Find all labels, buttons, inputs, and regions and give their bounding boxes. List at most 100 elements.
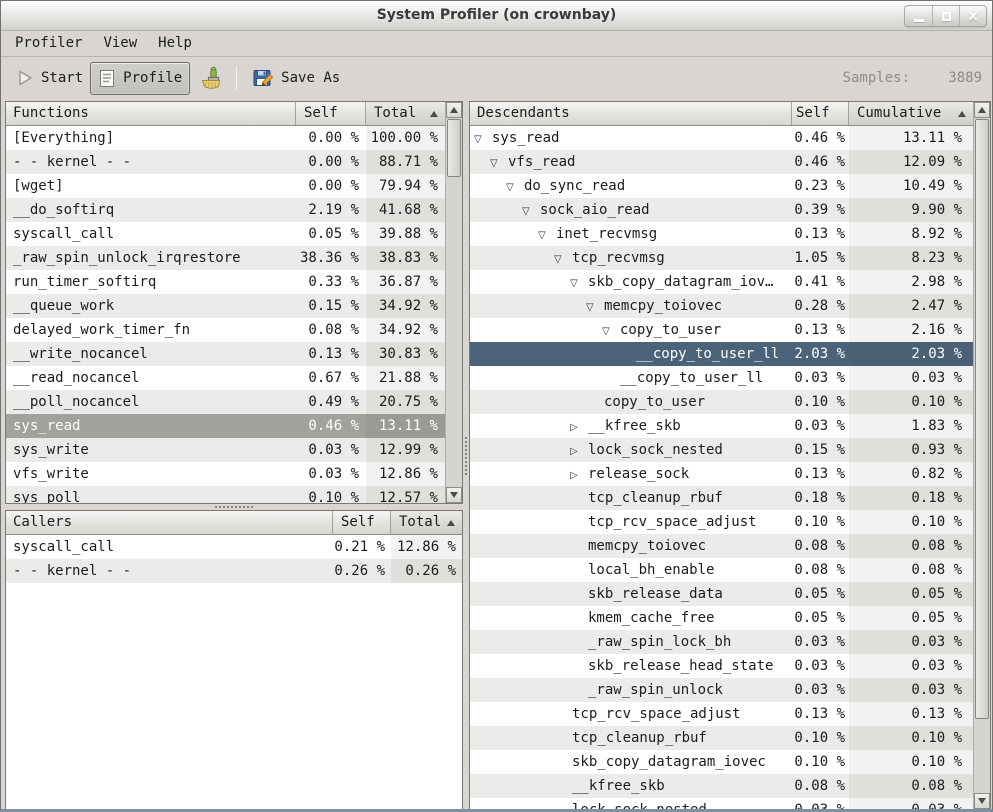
total-value-cell: 30.83 %: [366, 342, 445, 366]
scroll-up-button[interactable]: [974, 102, 990, 118]
tree-row[interactable]: __kfree_skb0.08 %0.08 %: [470, 774, 973, 798]
expander-open-icon[interactable]: ▽: [490, 152, 508, 174]
arrow-down-icon: [450, 492, 458, 498]
table-row[interactable]: run_timer_softirq0.33 %36.87 %: [6, 270, 445, 294]
titlebar[interactable]: System Profiler (on crownbay) ×: [1, 1, 992, 31]
tree-row[interactable]: tcp_rcv_space_adjust0.13 %0.13 %: [470, 702, 973, 726]
function-name: vfs_read: [508, 154, 575, 170]
tree-row[interactable]: copy_to_user0.10 %0.10 %: [470, 390, 973, 414]
menu-profiler[interactable]: Profiler: [13, 31, 84, 56]
callers-total-column-header[interactable]: Total: [391, 511, 462, 535]
table-row[interactable]: delayed_work_timer_fn0.08 %34.92 %: [6, 318, 445, 342]
minimize-button[interactable]: [905, 6, 932, 26]
tree-row[interactable]: ▷release_sock0.13 %0.82 %: [470, 462, 973, 486]
callers-header-row: Callers Self Total: [6, 511, 462, 535]
tree-row[interactable]: kmem_cache_free0.05 %0.05 %: [470, 606, 973, 630]
function-name-cell: ▽copy_to_user: [470, 318, 792, 342]
table-row[interactable]: - - kernel - -0.00 %88.71 %: [6, 150, 445, 174]
menu-view[interactable]: View: [101, 31, 139, 56]
expander-open-icon[interactable]: ▽: [602, 320, 620, 342]
expander-closed-icon[interactable]: ▷: [570, 464, 588, 486]
tree-row[interactable]: tcp_rcv_space_adjust0.10 %0.10 %: [470, 510, 973, 534]
tree-row[interactable]: skb_release_data0.05 %0.05 %: [470, 582, 973, 606]
reset-button[interactable]: [190, 62, 229, 95]
tree-row[interactable]: __copy_to_user_ll2.03 %2.03 %: [470, 342, 973, 366]
table-row[interactable]: syscall_call0.21 %12.86 %: [6, 535, 462, 559]
function-name-cell: ▽memcpy_toiovec: [470, 294, 792, 318]
expander-open-icon[interactable]: ▽: [554, 248, 572, 270]
tree-row[interactable]: tcp_cleanup_rbuf0.18 %0.18 %: [470, 486, 973, 510]
expander-open-icon[interactable]: ▽: [522, 200, 540, 222]
expander-closed-icon[interactable]: ▷: [570, 440, 588, 462]
function-name-cell: __poll_nocancel: [6, 390, 296, 414]
table-row[interactable]: sys_write0.03 %12.99 %: [6, 438, 445, 462]
tree-row[interactable]: ▽sock_aio_read0.39 %9.90 %: [470, 198, 973, 222]
tree-row[interactable]: _raw_spin_lock_bh0.03 %0.03 %: [470, 630, 973, 654]
descendants-column-header[interactable]: Descendants: [470, 102, 792, 126]
descendants-self-column-header[interactable]: Self: [792, 102, 849, 126]
start-button[interactable]: Start: [9, 62, 90, 95]
table-row[interactable]: __do_softirq2.19 %41.68 %: [6, 198, 445, 222]
table-row[interactable]: vfs_write0.03 %12.86 %: [6, 462, 445, 486]
expander-closed-icon[interactable]: ▷: [570, 416, 588, 438]
cumulative-value-cell: 2.16 %: [849, 318, 973, 342]
self-value-cell: 0.21 %: [333, 535, 391, 559]
table-row[interactable]: [wget]0.00 %79.94 %: [6, 174, 445, 198]
table-row[interactable]: __queue_work0.15 %34.92 %: [6, 294, 445, 318]
table-row[interactable]: [Everything]0.00 %100.00 %: [6, 126, 445, 150]
scroll-up-button[interactable]: [446, 102, 462, 118]
table-row[interactable]: __poll_nocancel0.49 %20.75 %: [6, 390, 445, 414]
tree-row[interactable]: tcp_cleanup_rbuf0.10 %0.10 %: [470, 726, 973, 750]
tree-row[interactable]: ▷lock_sock_nested0.15 %0.93 %: [470, 438, 973, 462]
expander-open-icon[interactable]: ▽: [586, 296, 604, 318]
callers-self-column-header[interactable]: Self: [333, 511, 391, 535]
tree-row[interactable]: skb_release_head_state0.03 %0.03 %: [470, 654, 973, 678]
descendants-scrollbar[interactable]: [973, 102, 990, 809]
self-value-cell: 0.03 %: [792, 414, 849, 438]
tree-row[interactable]: ▽copy_to_user0.13 %2.16 %: [470, 318, 973, 342]
tree-row[interactable]: ▽sys_read0.46 %13.11 %: [470, 126, 973, 150]
callers-column-header[interactable]: Callers: [6, 511, 333, 535]
functions-scrollbar[interactable]: [445, 102, 462, 503]
maximize-button[interactable]: [932, 6, 959, 26]
table-row[interactable]: sys_read0.46 %13.11 %: [6, 414, 445, 438]
descendants-cumulative-column-header[interactable]: Cumulative: [849, 102, 973, 126]
functions-column-header[interactable]: Functions: [6, 102, 296, 126]
profile-toggle-button[interactable]: Profile: [90, 62, 190, 95]
tree-row[interactable]: skb_copy_datagram_iovec0.10 %0.10 %: [470, 750, 973, 774]
functions-total-column-header[interactable]: Total: [366, 102, 445, 126]
expander-open-icon[interactable]: ▽: [570, 272, 588, 294]
scroll-down-button[interactable]: [446, 487, 462, 503]
tree-row[interactable]: ▽vfs_read0.46 %12.09 %: [470, 150, 973, 174]
expander-open-icon[interactable]: ▽: [506, 176, 524, 198]
save-as-button[interactable]: Save As: [246, 62, 347, 95]
tree-row[interactable]: ▽memcpy_toiovec0.28 %2.47 %: [470, 294, 973, 318]
functions-self-column-header[interactable]: Self: [296, 102, 366, 126]
tree-row[interactable]: __copy_to_user_ll0.03 %0.03 %: [470, 366, 973, 390]
table-row[interactable]: _raw_spin_unlock_irqrestore38.36 %38.83 …: [6, 246, 445, 270]
tree-row[interactable]: _raw_spin_unlock0.03 %0.03 %: [470, 678, 973, 702]
table-row[interactable]: syscall_call0.05 %39.88 %: [6, 222, 445, 246]
scrollbar-thumb[interactable]: [975, 119, 989, 719]
tree-row[interactable]: memcpy_toiovec0.08 %0.08 %: [470, 534, 973, 558]
tree-row[interactable]: ▽tcp_recvmsg1.05 %8.23 %: [470, 246, 973, 270]
table-row[interactable]: __read_nocancel0.67 %21.88 %: [6, 366, 445, 390]
tree-row[interactable]: lock_sock_nested0.03 %0.03 %: [470, 798, 973, 809]
scrollbar-thumb[interactable]: [447, 119, 461, 177]
tree-row[interactable]: ▽skb_copy_datagram_iov…0.41 %2.98 %: [470, 270, 973, 294]
tree-row[interactable]: ▽do_sync_read0.23 %10.49 %: [470, 174, 973, 198]
close-button[interactable]: ×: [959, 6, 986, 26]
total-value-cell: 38.83 %: [366, 246, 445, 270]
scroll-down-button[interactable]: [974, 793, 990, 809]
tree-row[interactable]: local_bh_enable0.08 %0.08 %: [470, 558, 973, 582]
self-value-cell: 0.13 %: [792, 222, 849, 246]
menu-help[interactable]: Help: [156, 31, 194, 56]
tree-row[interactable]: ▷__kfree_skb0.03 %1.83 %: [470, 414, 973, 438]
table-row[interactable]: - - kernel - -0.26 %0.26 %: [6, 559, 462, 583]
expander-open-icon[interactable]: ▽: [538, 224, 556, 246]
function-name: _raw_spin_lock_bh: [588, 634, 731, 650]
expander-open-icon[interactable]: ▽: [474, 128, 492, 150]
tree-row[interactable]: ▽inet_recvmsg0.13 %8.92 %: [470, 222, 973, 246]
table-row[interactable]: __write_nocancel0.13 %30.83 %: [6, 342, 445, 366]
table-row[interactable]: sys_poll0.10 %12.57 %: [6, 486, 445, 503]
